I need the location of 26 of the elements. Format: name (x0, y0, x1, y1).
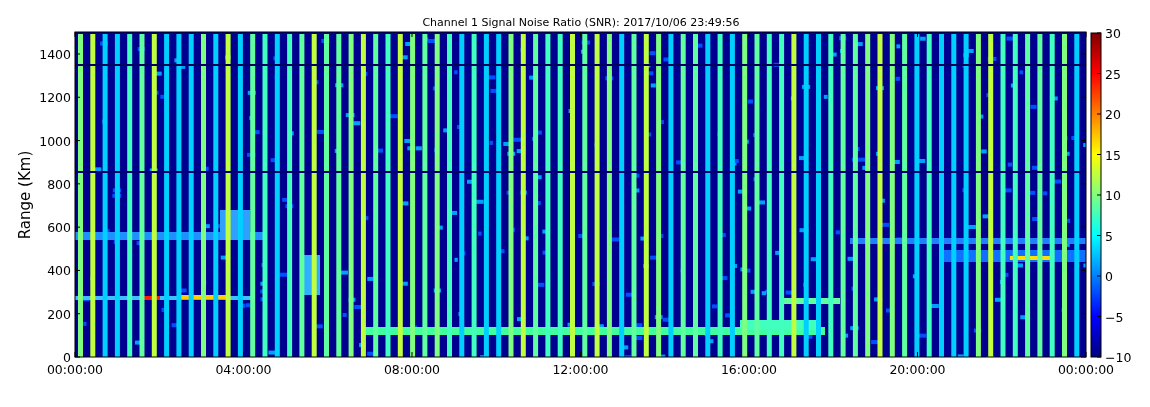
colorbar-tick-label: 20 (1105, 107, 1121, 122)
y-tick-label: 0 (63, 350, 71, 365)
y-tick-label: 400 (47, 263, 71, 279)
y-tick-label: 1400 (39, 47, 71, 62)
colorbar-tick-label: 0 (1105, 269, 1113, 284)
y-tick-label: 200 (47, 306, 71, 322)
y-tick-label: 600 (47, 220, 71, 236)
colorbar-tick-label: 10 (1105, 188, 1121, 203)
colorbar-tick-label: 25 (1105, 66, 1121, 82)
x-tick-label: 16:00:00 (720, 362, 778, 377)
y-tick-label: 1200 (39, 90, 71, 106)
y-axis-label: Range (Km) (16, 150, 34, 240)
y-tick-label: 1000 (39, 133, 71, 149)
chart-title: Channel 1 Signal Noise Ratio (SNR): 2017/10/06 23:49:56 (422, 16, 740, 29)
x-tick-label: 04:00:00 (215, 362, 272, 377)
colorbar-tick-label: −5 (1105, 309, 1124, 325)
y-tick-label: 800 (47, 176, 71, 192)
x-tick-label: 00:00:00 (1057, 362, 1115, 377)
x-tick-label: 12:00:00 (552, 362, 609, 377)
colorbar-tick-label: 15 (1105, 147, 1121, 163)
colorbar-tick-label: 30 (1105, 26, 1121, 41)
colorbar-tick-label: 5 (1105, 228, 1113, 244)
colorbar-tick-label: −10 (1105, 350, 1132, 365)
x-tick-label: 20:00:00 (889, 362, 946, 377)
x-tick-label: 00:00:00 (46, 362, 104, 377)
x-tick-label: 08:00:00 (383, 362, 441, 377)
